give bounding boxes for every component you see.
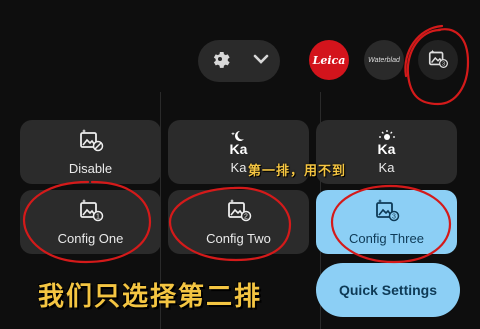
config-3-icon: 3 (374, 198, 400, 227)
svg-text:3: 3 (442, 61, 445, 67)
tile-disable[interactable]: Disable (20, 120, 161, 184)
config-1-icon: 1 (78, 198, 104, 227)
tile-config-three[interactable]: 3 Config Three (316, 190, 457, 254)
tile-config-two[interactable]: 2 Config Two (168, 190, 309, 254)
tile-label: Ka (230, 159, 247, 175)
quick-settings-label: Quick Settings (338, 282, 438, 298)
gear-icon[interactable] (209, 48, 231, 75)
row2-caption: 我们只选择第二排 (38, 281, 263, 311)
svg-text:3: 3 (392, 214, 396, 221)
quick-settings-button[interactable]: Quick Settings (316, 263, 460, 317)
config-2-icon: 2 (226, 198, 252, 227)
tile-label: Config Three (349, 231, 424, 246)
night-ka-icon: Ka (230, 130, 248, 156)
hasselblad-button[interactable]: Waterblad (364, 40, 404, 80)
svg-text:2: 2 (244, 214, 248, 221)
leica-logo: Leica (312, 53, 346, 67)
tile-label: Config One (57, 231, 124, 246)
tile-config-one[interactable]: 1 Config One (20, 190, 161, 254)
config-3-icon: 3 (427, 47, 449, 74)
disable-icon (78, 128, 104, 157)
leica-button[interactable]: Leica (309, 40, 349, 80)
hasselblad-logo: Waterblad (368, 56, 400, 64)
sun-ka-icon: Ka (378, 129, 396, 156)
svg-text:1: 1 (96, 214, 100, 221)
row1-caption: 第一排，用不到 (248, 163, 347, 178)
tile-label: Ka (378, 159, 395, 175)
chevron-down-icon[interactable] (252, 52, 270, 70)
settings-dropdown[interactable] (198, 40, 280, 82)
config-3-button[interactable]: 3 (418, 40, 458, 80)
tile-label: Config Two (206, 231, 271, 246)
tile-label: Disable (68, 161, 113, 176)
